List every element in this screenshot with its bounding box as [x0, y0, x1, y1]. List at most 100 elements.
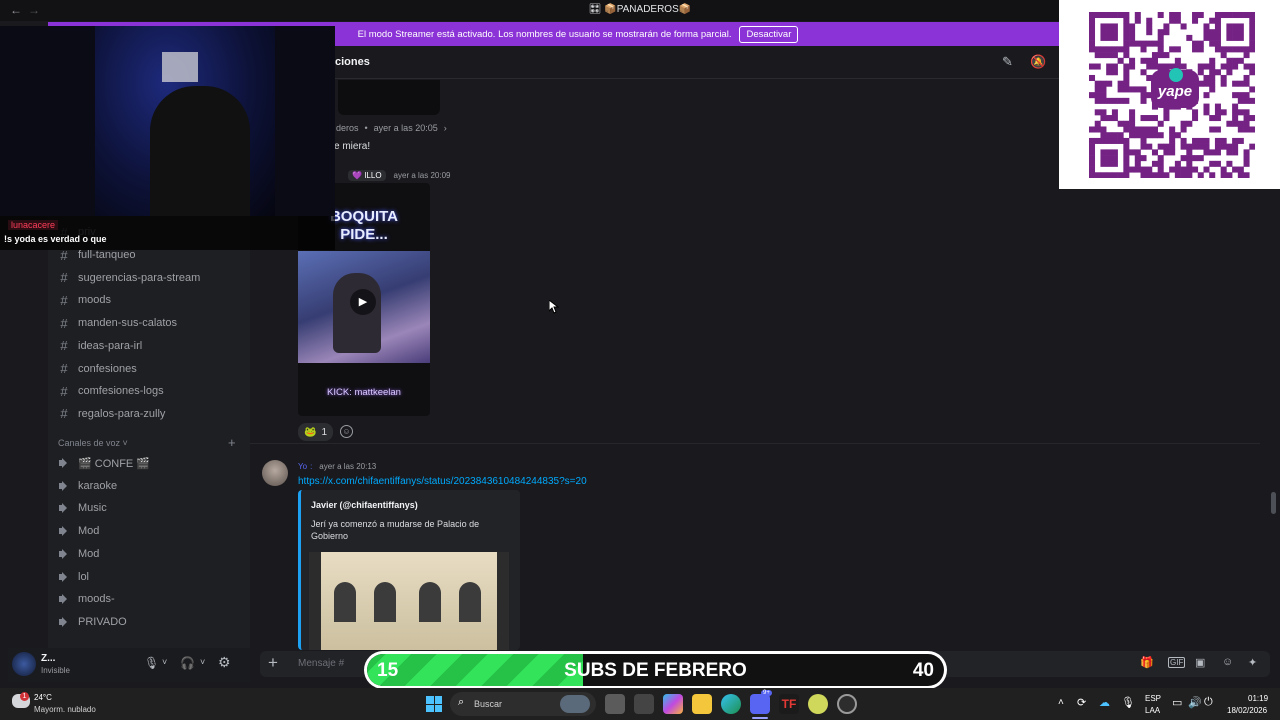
voice-channel-1[interactable]: karaoke: [58, 476, 117, 496]
chevron-down-icon[interactable]: ˅: [162, 657, 167, 667]
qr-module: [1220, 137, 1227, 144]
qr-module: [1197, 143, 1204, 150]
network-icon[interactable]: ▭: [1172, 696, 1182, 709]
qr-module: [1243, 80, 1250, 87]
gif-icon[interactable]: GIF: [1168, 657, 1186, 668]
qr-module: [1106, 23, 1113, 30]
qr-module: [1220, 74, 1227, 81]
chevron-right-icon: ›: [443, 123, 447, 133]
gift-icon[interactable]: 🎁: [1140, 656, 1154, 669]
language-primary[interactable]: ESP: [1145, 694, 1161, 703]
message-link[interactable]: https://x.com/chifaentiffanys/status/202…: [298, 476, 587, 487]
qr-module: [1111, 137, 1118, 144]
volume-icon[interactable]: 🔊: [1188, 696, 1202, 709]
channel-item-comfesiones-logs[interactable]: # comfesiones-logs: [58, 381, 163, 401]
reaction-pill[interactable]: 🐸 1: [298, 423, 334, 441]
add-attachment-icon[interactable]: +: [268, 653, 278, 673]
voice-channel-7[interactable]: PRIVADO: [58, 612, 127, 632]
embed-description: Jerí ya comenzó a mudarse de Palacio de …: [311, 519, 480, 541]
mouse-cursor-icon: [549, 300, 559, 314]
qr-module: [1146, 115, 1153, 122]
qr-module: [1214, 115, 1221, 122]
file-explorer-icon[interactable]: [692, 694, 712, 714]
qr-module: [1117, 57, 1124, 64]
qr-module: [1203, 166, 1210, 173]
qr-module: [1220, 143, 1227, 150]
add-voice-channel-icon[interactable]: +: [228, 435, 236, 450]
message-author[interactable]: Yo: [298, 462, 307, 471]
chevron-down-icon[interactable]: ˅: [200, 657, 205, 667]
copilot-icon[interactable]: [663, 694, 683, 714]
channel-item-regalos-para-zully[interactable]: # regalos-para-zully: [58, 404, 165, 424]
qr-module: [1157, 155, 1164, 162]
message-input[interactable]: Mensaje #: [298, 658, 344, 669]
microphone-icon[interactable]: 🎙: [1121, 696, 1135, 709]
qr-module: [1134, 132, 1141, 139]
voice-channel-3[interactable]: Mod: [58, 521, 99, 541]
qr-module: [1123, 74, 1130, 81]
qr-module: [1106, 97, 1113, 104]
sync-icon[interactable]: ⟳: [1077, 696, 1086, 709]
task-view-icon[interactable]: [605, 694, 625, 714]
apps-icon[interactable]: ✦: [1248, 656, 1257, 669]
settings-gear-icon[interactable]: ⚙: [218, 654, 231, 671]
onedrive-cloud-icon[interactable]: ☁: [1099, 696, 1110, 709]
clock-date[interactable]: 18/02/2026: [1227, 706, 1267, 715]
channel-label: full-tanqueo: [78, 249, 136, 261]
voice-channel-0[interactable]: 🎬 CONFE 🎬: [58, 453, 150, 473]
avatar[interactable]: [12, 652, 36, 676]
qr-module: [1214, 126, 1221, 133]
qr-module: [1111, 160, 1118, 167]
microphone-icon[interactable]: 🎙: [144, 656, 159, 670]
scrollbar-thumb[interactable]: [1271, 492, 1276, 514]
channel-item-confesiones[interactable]: # confesiones: [58, 359, 136, 379]
obs-icon[interactable]: [837, 694, 857, 714]
language-secondary[interactable]: LAA: [1145, 706, 1160, 715]
edge-icon[interactable]: [721, 694, 741, 714]
sticker-icon[interactable]: ▣: [1195, 656, 1205, 669]
voice-channel-6[interactable]: moods-: [58, 589, 115, 609]
threads-icon[interactable]: ✎: [1002, 54, 1013, 70]
channel-item-sugerencias-para-stream[interactable]: # sugerencias-para-stream: [58, 268, 200, 288]
qr-module: [1209, 149, 1216, 156]
avatar[interactable]: [262, 460, 288, 486]
qr-module: [1192, 12, 1199, 19]
voice-channel-2[interactable]: Music: [58, 498, 107, 518]
qr-module: [1214, 103, 1221, 110]
battery-icon[interactable]: ⏻: [1204, 696, 1213, 709]
headphones-icon[interactable]: 🎧: [180, 656, 195, 670]
play-icon[interactable]: ▶: [350, 289, 376, 315]
voice-channel-5[interactable]: lol: [58, 567, 89, 587]
voice-channel-4[interactable]: Mod: [58, 544, 99, 564]
qr-module: [1192, 166, 1199, 173]
embed-image[interactable]: [309, 552, 509, 650]
windows-start-icon[interactable]: [426, 696, 442, 712]
qr-module: [1220, 109, 1227, 116]
channel-item-ideas-para-irl[interactable]: # ideas-para-irl: [58, 336, 142, 356]
voice-channels-header[interactable]: Canales de voz ˅: [58, 438, 128, 448]
notification-off-icon[interactable]: 🔕: [1030, 54, 1046, 70]
channel-item-moods[interactable]: # moods: [58, 290, 111, 310]
message-author[interactable]: deros: [336, 123, 359, 133]
clock-time[interactable]: 01:19: [1248, 694, 1268, 703]
add-reaction-icon[interactable]: ☺: [340, 425, 353, 438]
store-icon[interactable]: [634, 694, 654, 714]
app-icon[interactable]: [808, 694, 828, 714]
emoji-icon[interactable]: ☺: [1222, 656, 1233, 668]
discord-icon[interactable]: [750, 694, 770, 714]
channel-item-manden-sus-calatos[interactable]: # manden-sus-calatos: [58, 313, 177, 333]
deactivate-button[interactable]: Desactivar: [739, 25, 799, 43]
qr-module: [1106, 155, 1113, 162]
qr-module: [1163, 23, 1170, 30]
qr-module: [1226, 29, 1233, 36]
qr-module: [1214, 46, 1221, 53]
media-attachment[interactable]: [338, 80, 440, 115]
hash-icon: #: [60, 292, 68, 308]
embed-author[interactable]: Javier (@chifaentiffanys): [311, 500, 418, 510]
qr-module: [1209, 86, 1216, 93]
qr-module: [1243, 46, 1250, 53]
tray-chevron-up-icon[interactable]: ˄: [1058, 697, 1064, 708]
user-status: Invisible: [41, 666, 70, 675]
taskbar-search[interactable]: ⌕ Buscar: [450, 692, 596, 716]
tiktok-studio-icon[interactable]: TF: [779, 694, 799, 714]
